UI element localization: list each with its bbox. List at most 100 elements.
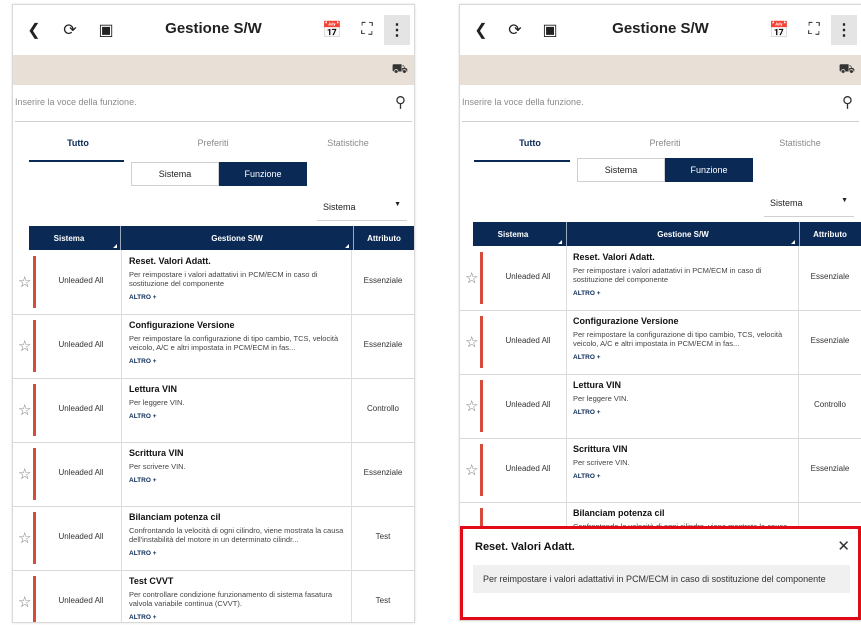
system-dropdown[interactable]: Sistema ▼ [317,194,407,221]
table-header: Sistema Gestione S/W Attributo [473,222,861,246]
active-tab-indicator [474,160,570,162]
detail-description: Per reimpostare i valori adattativi in P… [483,574,826,584]
tab-tutto[interactable]: Tutto [465,138,595,148]
col-gestione[interactable]: Gestione S/W [567,230,799,239]
star-icon[interactable]: ☆ [18,273,31,291]
more-link[interactable]: ALTRO + [129,358,349,365]
col-divider [351,314,352,378]
star-icon[interactable]: ☆ [18,401,31,419]
active-tab-indicator [29,160,124,162]
search-input[interactable]: Inserire la voce della funzione. [15,97,137,107]
sort-icon [113,244,117,248]
toggle-sistema[interactable]: Sistema [577,158,665,182]
chevron-left-icon[interactable]: ❮ [23,19,45,41]
col-sistema[interactable]: Sistema [483,230,543,239]
more-link[interactable]: ALTRO + [129,550,349,557]
star-icon[interactable]: ☆ [465,461,478,479]
star-icon[interactable]: ☆ [18,529,31,547]
fullscreen-icon[interactable]: ⛶ [803,19,825,41]
table-row[interactable]: ☆ Unleaded All Lettura VIN Per leggere VIN.… [13,378,414,443]
row-attribute: Controllo [813,400,846,409]
toggle-funzione[interactable]: Funzione [219,162,307,186]
more-link[interactable]: ALTRO + [573,290,793,297]
dropdown-value: Sistema [770,198,803,208]
caret-down-icon: ▼ [841,197,848,204]
row-title: Configurazione Versione [129,320,235,330]
row-title: Reset. Valori Adatt. [129,256,211,266]
col-sistema[interactable]: Sistema [39,234,99,243]
table-row[interactable]: ☆ Unleaded All Scrittura VIN Per scrivere V… [13,442,414,507]
image-add-icon[interactable]: ▣ [95,19,117,41]
more-link[interactable]: ALTRO + [129,477,349,484]
more-link[interactable]: ALTRO + [573,409,793,416]
col-divider [566,374,567,438]
row-status-bar [33,448,36,500]
car-icon[interactable]: ⛟ [839,61,855,79]
star-icon[interactable]: ☆ [465,333,478,351]
col-divider [121,314,122,378]
col-divider [351,570,352,622]
row-status-bar [480,252,483,304]
table-row[interactable]: ☆ Unleaded All Scrittura VIN Per scrivere V… [460,438,861,503]
sync-settings-icon[interactable]: ⟳ [504,19,526,41]
table-row[interactable]: ☆ Unleaded All Reset. Valori Adatt. Per rei… [460,246,861,311]
table-row[interactable]: ☆ Unleaded All Test CVVT Per controllare co… [13,570,414,622]
more-link[interactable]: ALTRO + [573,473,793,480]
calendar-icon[interactable]: 📅 [768,19,790,41]
car-icon[interactable]: ⛟ [392,61,408,79]
search-bar[interactable]: Inserire la voce della funzione. ⚲ [15,85,412,122]
star-icon[interactable]: ☆ [18,465,31,483]
more-vertical-icon[interactable]: ⋮ [384,15,410,45]
system-dropdown[interactable]: Sistema ▼ [764,190,854,217]
sort-icon [558,240,562,244]
row-description: Confrontando la velocità di ogni cilindr… [129,526,344,544]
table-row[interactable]: ☆ Unleaded All Configurazione Versione Per … [13,314,414,379]
col-divider [351,250,352,314]
row-title: Bilanciam potenza cil [129,512,221,522]
col-attributo[interactable]: Attributo [354,234,414,243]
search-bar[interactable]: Inserire la voce della funzione. ⚲ [462,85,859,122]
star-icon[interactable]: ☆ [18,593,31,611]
search-icon[interactable]: ⚲ [842,93,853,111]
tab-preferiti[interactable]: Preferiti [600,138,730,148]
col-divider [351,506,352,570]
fullscreen-icon[interactable]: ⛶ [356,19,378,41]
table-row[interactable]: ☆ Unleaded All Configurazione Versione Per … [460,310,861,375]
row-status-bar [480,380,483,432]
col-divider [121,378,122,442]
more-link[interactable]: ALTRO + [573,354,793,361]
more-link[interactable]: ALTRO + [129,413,349,420]
sync-settings-icon[interactable]: ⟳ [59,19,81,41]
tab-tutto[interactable]: Tutto [13,138,143,148]
search-input[interactable]: Inserire la voce della funzione. [462,97,584,107]
row-title: Scrittura VIN [129,448,184,458]
table-row[interactable]: ☆ Unleaded All Reset. Valori Adatt. Per rei… [13,250,414,315]
star-icon[interactable]: ☆ [18,337,31,355]
calendar-icon[interactable]: 📅 [321,19,343,41]
row-description: Per reimpostare i valori adattativi in P… [573,266,762,284]
more-vertical-icon[interactable]: ⋮ [831,15,857,45]
tab-preferiti[interactable]: Preferiti [148,138,278,148]
more-link[interactable]: ALTRO + [129,294,349,301]
col-attributo[interactable]: Attributo [800,230,860,239]
chevron-left-icon[interactable]: ❮ [470,19,492,41]
col-divider [121,570,122,622]
star-icon[interactable]: ☆ [465,269,478,287]
row-description: Per reimpostare i valori adattativi in P… [129,270,318,288]
toggle-funzione[interactable]: Funzione [665,158,753,182]
close-icon[interactable]: ✕ [837,537,850,555]
tab-statistiche[interactable]: Statistiche [735,138,861,148]
image-add-icon[interactable]: ▣ [539,19,561,41]
row-attribute: Essenziale [810,464,850,473]
star-icon[interactable]: ☆ [465,397,478,415]
table-row[interactable]: ☆ Unleaded All Lettura VIN Per leggere VIN.… [460,374,861,439]
row-title: Lettura VIN [129,384,178,394]
table-row[interactable]: ☆ Unleaded All Bilanciam potenza cil Confro… [13,506,414,571]
search-icon[interactable]: ⚲ [395,93,406,111]
sort-icon [345,244,349,248]
toggle-sistema[interactable]: Sistema [131,162,219,186]
tab-statistiche[interactable]: Statistiche [283,138,413,148]
col-gestione[interactable]: Gestione S/W [121,234,353,243]
col-divider [566,246,567,310]
more-link[interactable]: ALTRO + [129,614,349,621]
